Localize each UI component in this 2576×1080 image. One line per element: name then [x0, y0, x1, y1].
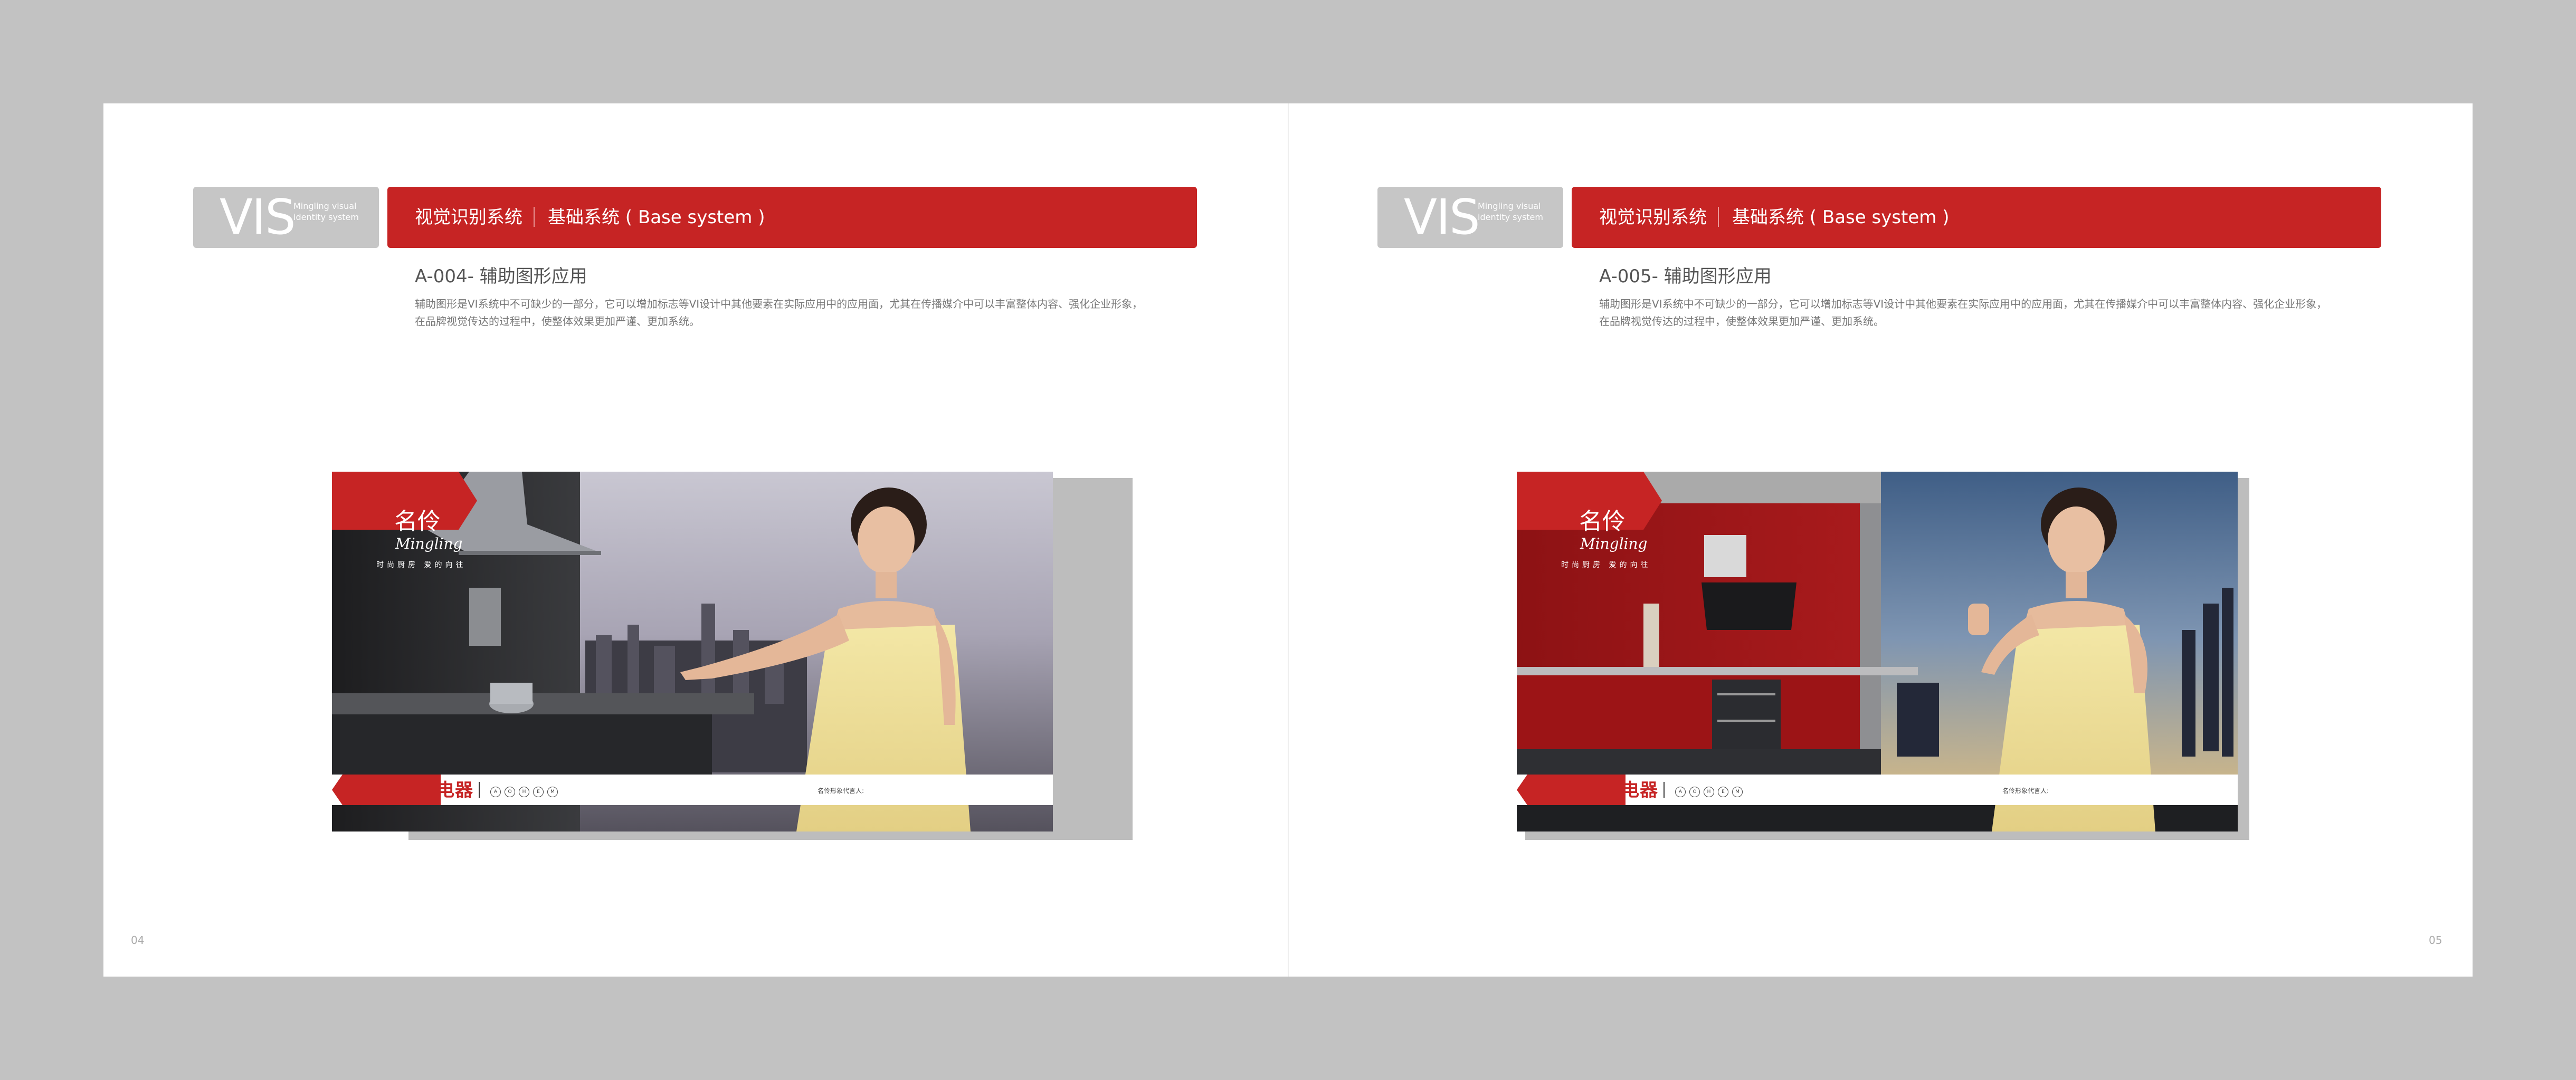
certification-icons: AOHEM [490, 785, 562, 797]
tagline: Healthy life of Mingling [2150, 786, 2236, 794]
ad-image-kitchen-cabinet: 名伶 Mingling 时尚厨房 爱的向往 名伶厨卫电器 AOHEM 名伶形象代… [1517, 472, 2238, 831]
spokesperson-label: 名伶形象代言人: [2002, 787, 2049, 795]
header-title-cn: 视觉识别系统 [1599, 207, 1707, 228]
vis-subtitle: Mingling visual identity system [1478, 201, 1543, 222]
logo-text-en: Mingling [1580, 535, 1648, 552]
header-title-cn: 视觉识别系统 [415, 207, 522, 228]
section-description: 辅助图形是VI系统中不可缺少的一部分，它可以增加标志等VI设计中其他要素在实际应… [1599, 298, 2327, 328]
page-number: 05 [2429, 934, 2442, 947]
cert-icon: A [490, 787, 501, 797]
page-left: VIS Mingling visual identity system 视觉识别… [103, 103, 1288, 977]
cert-icon: H [1704, 787, 1714, 797]
header-bar: 视觉识别系统 基础系统 ( Base system ) [1572, 187, 2381, 248]
cert-icon: M [547, 787, 558, 797]
footer-divider [479, 782, 480, 798]
red-tag-shape [1517, 775, 1626, 805]
cert-icon: O [1689, 787, 1700, 797]
header-divider [1718, 207, 1719, 227]
header-title-en: 基础系统 ( Base system ) [1732, 207, 1950, 228]
tagline: Healthy life of Mingling [965, 786, 1051, 794]
page-right: VIS Mingling visual identity system 视觉识别… [1289, 103, 2473, 977]
page-number: 04 [131, 934, 145, 947]
logo-text-en: Mingling [395, 535, 463, 552]
spokesperson-label: 名伶形象代言人: [818, 787, 864, 795]
ad-footer-strip: 名伶厨卫电器 AOHEM 名伶形象代言人: Healthy life of Mi… [332, 775, 1053, 805]
section-title: A-005- 辅助图形应用 [1599, 266, 1772, 287]
logo-text-cn: 名伶 [1579, 508, 1626, 535]
header-divider [534, 207, 535, 227]
cert-icon: E [533, 787, 544, 797]
logo-slogan: 时尚厨房 爱的向往 [1561, 561, 1651, 569]
vis-subtitle: Mingling visual identity system [293, 201, 359, 222]
red-tag-shape [332, 775, 441, 805]
footer-divider [1664, 782, 1665, 798]
vis-label: VIS [1404, 189, 1480, 245]
cert-icon: H [519, 787, 529, 797]
logo-slogan: 时尚厨房 爱的向往 [376, 561, 467, 569]
cert-icon: O [505, 787, 515, 797]
brochure-spread: VIS Mingling visual identity system 视觉识别… [103, 103, 2473, 977]
ad-footer-strip: 名伶厨卫电器 AOHEM 名伶形象代言人: Healthy life of Mi… [1517, 775, 2238, 805]
section-title: A-004- 辅助图形应用 [415, 266, 587, 287]
vis-badge: VIS Mingling visual identity system [193, 187, 379, 248]
cert-icon: M [1732, 787, 1743, 797]
cert-icon: A [1675, 787, 1686, 797]
vis-label: VIS [220, 189, 296, 245]
vis-badge: VIS Mingling visual identity system [1377, 187, 1563, 248]
section-description: 辅助图形是VI系统中不可缺少的一部分，它可以增加标志等VI设计中其他要素在实际应… [415, 298, 1143, 328]
cert-icon: E [1718, 787, 1728, 797]
certification-icons: AOHEM [1675, 785, 1746, 797]
logo-text-cn: 名伶 [394, 508, 441, 535]
header-bar: 视觉识别系统 基础系统 ( Base system ) [387, 187, 1197, 248]
ad-image-kitchen-hood: 名伶 Mingling 时尚厨房 爱的向往 名伶厨卫电器 AOHEM 名伶形象代… [332, 472, 1053, 831]
header-title-en: 基础系统 ( Base system ) [548, 207, 765, 228]
